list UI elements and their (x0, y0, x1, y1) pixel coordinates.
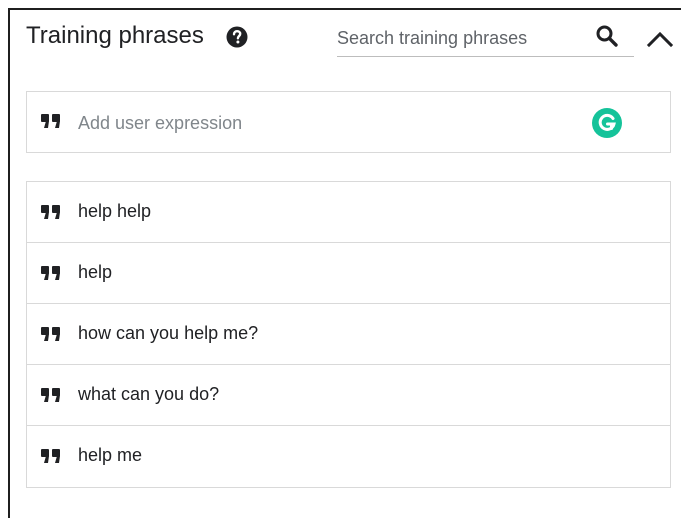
quote-icon (41, 388, 60, 402)
phrase-text: help (78, 262, 113, 282)
training-phrases-list: help help help how can you help me? what… (26, 181, 671, 488)
help-circle-icon[interactable] (226, 26, 248, 48)
list-item[interactable]: help help (27, 182, 670, 243)
search-field[interactable] (337, 20, 634, 57)
add-user-expression-box[interactable] (26, 91, 671, 153)
quote-icon (41, 327, 60, 341)
list-item[interactable]: how can you help me? (27, 304, 670, 365)
phrase-text: help me (78, 445, 143, 465)
quote-icon (41, 205, 60, 219)
phrase-text: what can you do? (78, 384, 220, 404)
search-input[interactable] (337, 26, 577, 50)
add-user-expression-input[interactable] (78, 111, 558, 135)
chevron-up-icon[interactable] (646, 26, 674, 50)
list-item[interactable]: help me (27, 426, 670, 487)
quote-icon (41, 114, 60, 128)
quote-icon (41, 266, 60, 280)
list-item[interactable]: what can you do? (27, 365, 670, 426)
list-item[interactable]: help (27, 243, 670, 304)
phrase-text: help help (78, 201, 152, 221)
grammarly-icon[interactable] (592, 108, 622, 138)
quote-icon (41, 449, 60, 463)
training-phrases-header: Training phrases (26, 18, 676, 58)
section-title: Training phrases (26, 22, 204, 49)
phrase-text: how can you help me? (78, 323, 259, 343)
search-icon[interactable] (595, 24, 619, 48)
